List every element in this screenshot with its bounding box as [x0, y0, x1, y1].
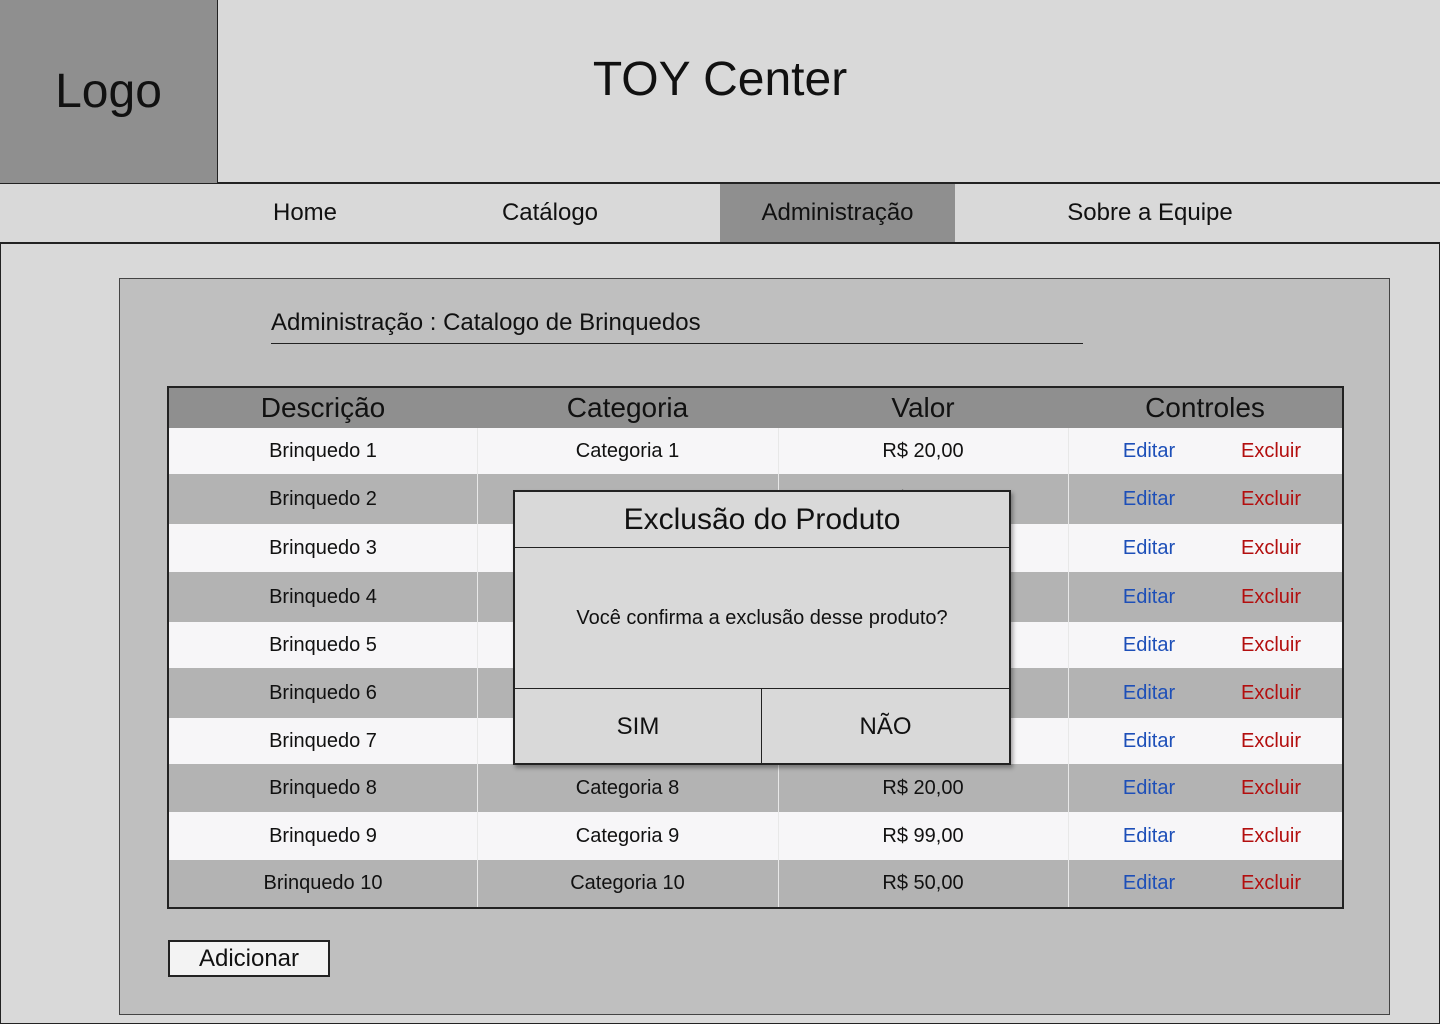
edit-link[interactable]: Editar — [1099, 572, 1199, 622]
cell-descricao: Brinquedo 7 — [269, 729, 377, 752]
table-row: Brinquedo 9 Categoria 9 R$ 99,00 Editar Excl… — [169, 812, 1342, 860]
delete-link[interactable]: Excluir — [1221, 622, 1321, 668]
edit-link[interactable]: Editar — [1099, 812, 1199, 860]
column-divider — [477, 860, 478, 907]
table-row: Brinquedo 10 Categoria 10 R$ 50,00 Editar Ex… — [169, 860, 1342, 907]
cell-categoria: Categoria 1 — [575, 439, 680, 462]
edit-link[interactable]: Editar — [1099, 524, 1199, 572]
delete-link[interactable]: Excluir — [1221, 572, 1321, 622]
site-header: Logo TOY Center — [0, 0, 1440, 184]
nav-item-home[interactable]: Home — [230, 184, 380, 242]
cell-descricao: Brinquedo 2 — [269, 487, 377, 510]
column-divider — [1068, 622, 1069, 668]
delete-link[interactable]: Excluir — [1221, 524, 1321, 572]
cell-descricao: Brinquedo 6 — [269, 681, 377, 704]
edit-link[interactable]: Editar — [1099, 860, 1199, 907]
column-divider — [1068, 572, 1069, 622]
column-divider — [477, 764, 478, 812]
column-divider — [1068, 668, 1069, 718]
delete-link[interactable]: Excluir — [1221, 764, 1321, 812]
column-divider — [477, 474, 478, 524]
cell-descricao: Brinquedo 9 — [269, 824, 377, 847]
cell-descricao: Brinquedo 10 — [263, 872, 383, 894]
cell-categoria: Categoria 9 — [575, 824, 680, 847]
column-divider — [477, 812, 478, 860]
column-divider — [1068, 764, 1069, 812]
edit-link[interactable]: Editar — [1099, 474, 1199, 524]
cell-valor: R$ 20,00 — [882, 439, 964, 462]
column-divider — [477, 524, 478, 572]
column-divider — [1068, 428, 1069, 474]
delete-link[interactable]: Excluir — [1221, 812, 1321, 860]
dialog-message: Você confirma a exclusão desse produto? — [576, 606, 948, 629]
column-divider — [1068, 718, 1069, 764]
edit-link[interactable]: Editar — [1099, 718, 1199, 764]
delete-link[interactable]: Excluir — [1221, 718, 1321, 764]
confirm-yes-button[interactable]: SIM — [515, 689, 762, 764]
column-divider — [477, 622, 478, 668]
cell-descricao: Brinquedo 1 — [269, 439, 377, 462]
delete-link[interactable]: Excluir — [1221, 474, 1321, 524]
page-title: Administração : Catalogo de Brinquedos — [271, 309, 1083, 344]
column-divider — [477, 572, 478, 622]
logo[interactable]: Logo — [0, 0, 218, 183]
column-header-controles: Controles — [1145, 392, 1265, 423]
cell-descricao: Brinquedo 8 — [269, 776, 377, 799]
cell-descricao: Brinquedo 4 — [269, 585, 377, 608]
column-divider — [778, 764, 779, 812]
delete-link[interactable]: Excluir — [1221, 428, 1321, 474]
column-divider — [778, 860, 779, 907]
column-divider — [1068, 474, 1069, 524]
cell-descricao: Brinquedo 3 — [269, 536, 377, 559]
nav-item-sobre-a-equipe[interactable]: Sobre a Equipe — [1040, 184, 1260, 242]
column-divider — [477, 668, 478, 718]
cell-categoria: Categoria 10 — [570, 872, 685, 894]
confirm-no-button[interactable]: NÃO — [762, 689, 1009, 764]
column-header-descricao: Descrição — [260, 392, 386, 423]
add-button[interactable]: Adicionar — [168, 940, 330, 977]
column-divider — [477, 428, 478, 474]
column-header-categoria: Categoria — [566, 392, 689, 423]
column-divider — [477, 718, 478, 764]
dialog-title: Exclusão do Produto — [515, 492, 1009, 548]
edit-link[interactable]: Editar — [1099, 764, 1199, 812]
table-row: Brinquedo 1 Categoria 1 R$ 20,00 Editar Excl… — [169, 428, 1342, 474]
nav-item-administracao[interactable]: Administração — [720, 184, 955, 242]
column-divider — [778, 812, 779, 860]
cell-valor: R$ 99,00 — [882, 824, 964, 847]
cell-categoria: Categoria 8 — [575, 776, 680, 799]
delete-link[interactable]: Excluir — [1221, 860, 1321, 907]
column-divider — [1068, 524, 1069, 572]
dialog-actions: SIM NÃO — [515, 688, 1009, 764]
table-header: Descrição Categoria Valor Controles — [169, 388, 1342, 428]
main-nav: Home Catálogo Administração Sobre a Equi… — [0, 184, 1440, 244]
column-divider — [778, 428, 779, 474]
edit-link[interactable]: Editar — [1099, 428, 1199, 474]
nav-item-catalogo[interactable]: Catálogo — [460, 184, 640, 242]
edit-link[interactable]: Editar — [1099, 668, 1199, 718]
cell-descricao: Brinquedo 5 — [269, 633, 377, 656]
table-row: Brinquedo 8 Categoria 8 R$ 20,00 Editar Excl… — [169, 764, 1342, 812]
delete-link[interactable]: Excluir — [1221, 668, 1321, 718]
delete-confirm-dialog: Exclusão do Produto Você confirma a excl… — [513, 490, 1011, 765]
column-divider — [1068, 860, 1069, 907]
edit-link[interactable]: Editar — [1099, 622, 1199, 668]
column-header-valor: Valor — [891, 392, 955, 423]
cell-valor: R$ 20,00 — [882, 776, 964, 799]
site-title: TOY Center — [592, 53, 848, 106]
cell-valor: R$ 50,00 — [882, 872, 964, 894]
column-divider — [1068, 812, 1069, 860]
